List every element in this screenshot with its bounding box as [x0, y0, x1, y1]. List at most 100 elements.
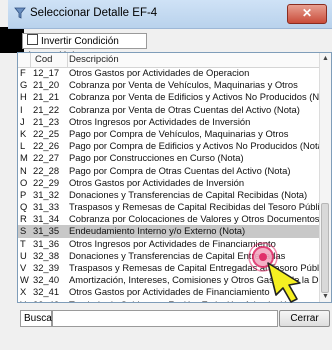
row-code: 21_23: [33, 115, 60, 127]
row-description: Traspasos y Remesas de Capital Entregada…: [69, 262, 332, 273]
row-description: Pago por Compra de Vehículos, Maquinaria…: [69, 127, 289, 139]
table-row[interactable]: M 22_27 Pago por Construcciones en Curso (…: [18, 152, 320, 164]
row-description: Otros Gastos por Actividades de Financia…: [69, 286, 270, 298]
row-code: 31_32: [33, 188, 60, 200]
table-row[interactable]: V 32_39 Traspasos y Remesas de Capital Ent…: [18, 262, 331, 274]
search-label: Buscar: [20, 310, 55, 327]
row-marker: M: [20, 152, 28, 164]
row-description: Pago por Compra de Otras Cuentas del Act…: [69, 164, 291, 176]
row-code: 32_42: [33, 299, 59, 302]
row-code: 22_26: [33, 140, 60, 152]
row-marker: N: [20, 164, 27, 176]
table-row[interactable]: N 22_28 Pago por Compra de Otras Cuentas d…: [18, 165, 320, 177]
column-header-descripcion[interactable]: Descripción: [69, 54, 119, 65]
row-code: 32_41: [33, 286, 60, 298]
row-marker: R: [20, 213, 27, 225]
table-row[interactable]: F 12_17 Otros Gastos por Actividades de Op…: [18, 67, 320, 79]
row-description: Otros Ingresos por Actividades de Financ…: [69, 237, 276, 249]
table-row[interactable]: T 31_36 Otros Ingresos por Actividades de …: [18, 238, 320, 250]
row-code: 31_34: [33, 213, 60, 225]
row-marker: K: [20, 127, 27, 139]
row-description: Pago por Compra de Edificios y Activos N…: [69, 140, 326, 152]
row-description: Traslado de Saldos por Fusión, Extinción…: [69, 299, 293, 302]
row-marker: V: [20, 262, 27, 273]
row-code: 21_20: [33, 79, 60, 91]
invert-condition-checkbox[interactable]: Invertir Condición (Negación): [22, 33, 147, 62]
row-marker: U: [20, 249, 27, 261]
table-row[interactable]: I 21_22 Cobranza por Venta de Otras Cuenta…: [18, 104, 320, 116]
row-description: Amortización, Intereses, Comisiones y Ot…: [69, 274, 332, 286]
table-row[interactable]: L 22_26 Pago por Compra de Edificios y Act…: [18, 140, 326, 152]
row-code: 22_29: [33, 176, 60, 188]
row-code: 32_39: [33, 262, 60, 273]
filter-icon: [14, 7, 26, 19]
row-marker: H: [20, 91, 27, 103]
row-marker: W: [20, 274, 29, 286]
table-row[interactable]: O 22_29 Otros Gastos por Actividades de In…: [18, 177, 320, 189]
row-code: 12_17: [33, 67, 60, 78]
row-description: Cobranza por Venta de Vehículos, Maquina…: [69, 79, 298, 91]
row-description: Pago por Construcciones en Curso (Nota): [69, 152, 244, 164]
close-window-button[interactable]: ✕: [287, 4, 327, 24]
vertical-scrollbar[interactable]: ▲ ▼: [319, 53, 331, 302]
row-description: Traspasos y Remesas de Capital Recibidas…: [69, 201, 330, 213]
background-edge: [0, 27, 24, 53]
row-code: 21_22: [33, 103, 60, 115]
row-code: 22_25: [33, 127, 60, 139]
row-description: Otros Gastos por Actividades de Operacio…: [69, 67, 250, 78]
table-row[interactable]: H 21_21 Cobranza por Venta de Edificios y …: [18, 91, 331, 103]
dialog-window: Seleccionar Detalle EF-4 ✕ Invertir Cond…: [0, 0, 332, 350]
row-marker: L: [20, 140, 26, 152]
row-description: Otros Gastos por Actividades de Inversió…: [69, 176, 245, 188]
row-marker: Y: [20, 299, 29, 302]
row-marker: O: [20, 176, 28, 188]
window-title: Seleccionar Detalle EF-4: [30, 7, 158, 19]
scroll-thumb[interactable]: [321, 203, 329, 293]
table-row[interactable]: J 21_23 Otros Ingresos por Actividades de …: [18, 116, 320, 128]
table-row[interactable]: K 22_25 Pago por Compra de Vehículos, Maqu…: [18, 128, 320, 140]
row-code: 31_33: [33, 201, 60, 213]
table-header: Cod Descripción: [18, 53, 320, 68]
table-row[interactable]: Q 31_33 Traspasos y Remesas de Capital Rec…: [18, 201, 330, 213]
row-marker: F: [20, 67, 26, 78]
close-button[interactable]: Cerrar: [279, 310, 330, 327]
row-code: 31_36: [33, 237, 60, 249]
row-description: Otros Ingresos por Actividades de Invers…: [69, 115, 251, 127]
checkbox-box[interactable]: [27, 34, 38, 45]
row-code: 32_38: [33, 249, 60, 261]
row-code: 31_35: [33, 225, 60, 237]
row-description: Cobranza por Venta de Otras Cuentas del …: [69, 103, 300, 115]
table-body: F 12_17 Otros Gastos por Actividades de Op…: [18, 67, 331, 302]
table-row[interactable]: G 21_20 Cobranza por Venta de Vehículos, M…: [18, 79, 320, 91]
search-input[interactable]: [52, 310, 278, 327]
row-description: Cobranza por Colocaciones de Valores y O…: [69, 213, 332, 225]
row-description: Endeudamiento Interno y/o Externo (Nota): [69, 225, 246, 237]
row-marker: S: [20, 225, 27, 237]
table-row[interactable]: Y 32_42 Traslado de Saldos por Fusión, Ext…: [18, 299, 320, 302]
row-marker: P: [20, 188, 27, 200]
detail-table: Cod Descripción F 12_17 Otros Gastos por A…: [17, 52, 332, 303]
scroll-up-icon[interactable]: ▲: [320, 53, 331, 64]
table-row[interactable]: U 32_38 Donaciones y Transferencias de Cap…: [18, 250, 320, 262]
row-marker: T: [20, 237, 26, 249]
row-description: Cobranza por Venta de Edificios y Activo…: [69, 91, 332, 103]
row-code: 22_28: [33, 164, 60, 176]
title-bar: Seleccionar Detalle EF-4 ✕: [8, 0, 332, 29]
column-header-cod[interactable]: Cod: [35, 54, 52, 65]
row-marker: X: [20, 286, 27, 298]
row-code: 32_40: [33, 274, 60, 286]
row-marker: G: [20, 79, 28, 91]
row-marker: Q: [20, 201, 28, 213]
scroll-down-icon[interactable]: ▼: [320, 291, 331, 302]
table-row[interactable]: S 31_35 Endeudamiento Interno y/o Externo …: [18, 225, 320, 238]
row-marker: I: [20, 103, 23, 115]
table-row[interactable]: P 31_32 Donaciones y Transferencias de Cap…: [18, 189, 320, 201]
row-marker: J: [20, 115, 25, 127]
row-code: 22_27: [33, 152, 60, 164]
table-row[interactable]: R 31_34 Cobranza por Colocaciones de Valor…: [18, 213, 331, 225]
row-description: Donaciones y Transferencias de Capital E…: [69, 249, 286, 261]
table-row[interactable]: X 32_41 Otros Gastos por Actividades de Fi…: [18, 286, 320, 298]
row-code: 21_21: [33, 91, 60, 103]
table-row[interactable]: W 32_40 Amortización, Intereses, Comisione…: [18, 274, 331, 286]
row-description: Donaciones y Transferencias de Capital R…: [69, 188, 308, 200]
